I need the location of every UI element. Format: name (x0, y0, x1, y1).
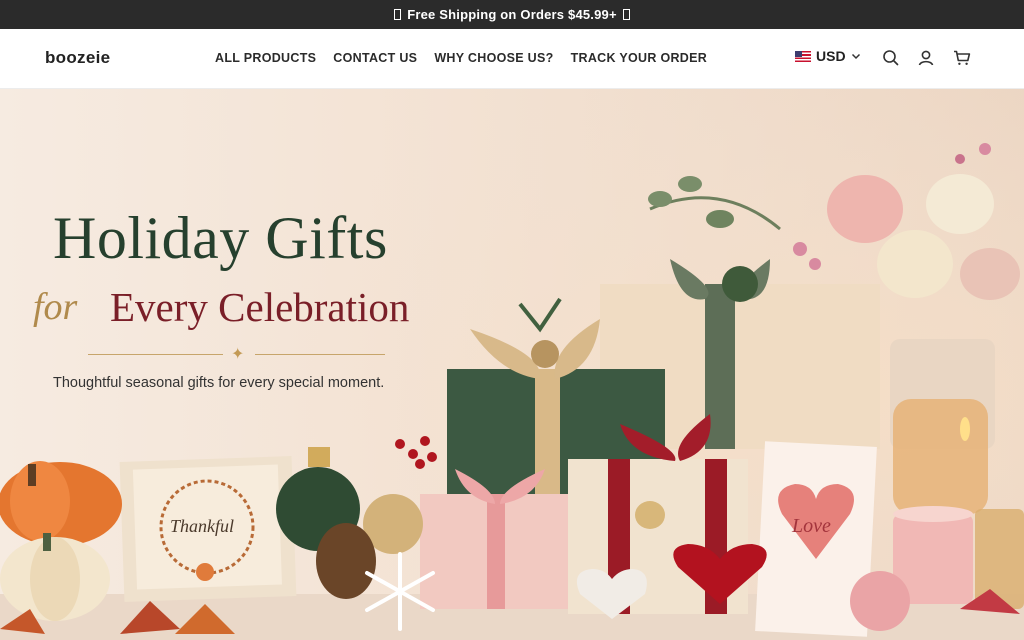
us-flag-icon (795, 50, 811, 62)
nav-all-products[interactable]: ALL PRODUCTS (215, 51, 316, 65)
currency-selector[interactable]: USD (795, 48, 861, 64)
thankful-card-text: Thankful (170, 516, 234, 536)
hero-title: Holiday Gifts (53, 205, 388, 271)
pink-rose (850, 571, 910, 631)
main-nav: ALL PRODUCTS CONTACT US WHY CHOOSE US? T… (215, 51, 707, 65)
site-logo[interactable]: boozeie (45, 48, 110, 68)
divider-star-icon: ✦ (231, 346, 245, 363)
hero-subtitle-script: for (33, 286, 78, 328)
divider-right (255, 354, 385, 355)
thankful-card: Thankful (119, 456, 297, 602)
site-header: boozeie ALL PRODUCTS CONTACT US WHY CHOO… (0, 29, 1024, 89)
divider-left (88, 354, 223, 355)
announcement-text: Free Shipping on Orders $45.99+ (407, 7, 617, 22)
pine-cone (316, 523, 376, 599)
announcement-bar: Free Shipping on Orders $45.99+ (0, 0, 1024, 29)
chevron-down-icon (851, 53, 860, 60)
hero-tagline: Thoughtful seasonal gifts for every spec… (53, 375, 385, 391)
announcement-left-glyph (394, 9, 402, 20)
nav-track-order[interactable]: TRACK YOUR ORDER (571, 51, 708, 65)
announcement-right-glyph (622, 9, 630, 20)
love-card-text: Love (791, 515, 831, 537)
hero-subtitle: Every Celebration (110, 284, 410, 330)
hero-illustration: Love Thankful (0, 89, 1024, 640)
currency-label: USD (816, 48, 846, 64)
account-icon[interactable] (916, 48, 936, 68)
cart-icon[interactable] (952, 48, 972, 68)
nav-why-choose-us[interactable]: WHY CHOOSE US? (434, 51, 553, 65)
hero-banner: Love Thankful Holiday Gifts for Every Ce… (0, 89, 1024, 640)
nav-contact-us[interactable]: CONTACT US (333, 51, 417, 65)
search-icon[interactable] (881, 48, 901, 68)
